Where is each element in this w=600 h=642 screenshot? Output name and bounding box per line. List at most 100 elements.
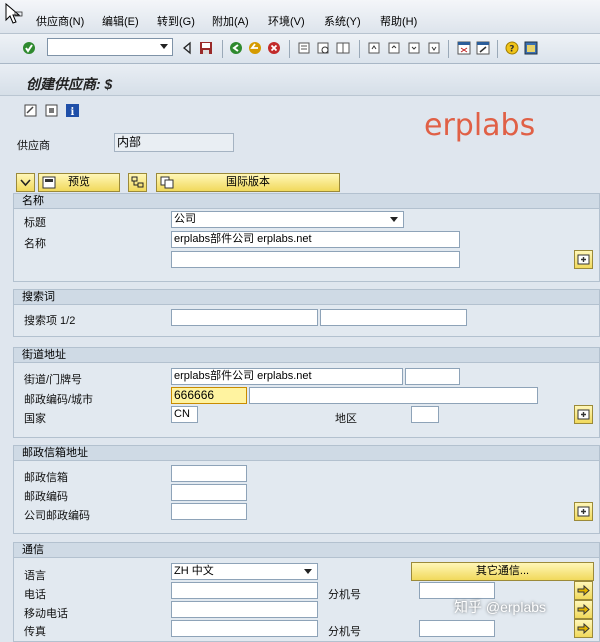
postal-code-field[interactable]: 666666 [171, 387, 247, 404]
phone-more-button[interactable] [574, 581, 593, 600]
new-session-icon[interactable] [457, 40, 471, 56]
preview-button-label: 预览 [68, 176, 90, 188]
other-communication-button[interactable]: 其它通信... [411, 562, 594, 581]
pobox-group: 邮政信箱地址 [13, 445, 600, 534]
command-field[interactable] [47, 38, 173, 56]
sap-logo-icon[interactable] [3, 2, 25, 26]
copy-icon [160, 176, 174, 189]
street-field[interactable]: erplabs部件公司 erplabs.net [171, 368, 403, 385]
org-button[interactable] [128, 173, 147, 192]
last-page-icon[interactable] [427, 40, 441, 56]
language-select[interactable]: ZH 中文 [171, 563, 318, 580]
communication-group-header: 通信 [14, 543, 599, 558]
expand-fields-icon [577, 409, 590, 420]
region-label: 地区 [335, 413, 357, 425]
menu-system[interactable]: 系统(Y) [324, 13, 361, 29]
house-number-field[interactable] [405, 368, 460, 385]
search-term2-field[interactable] [320, 309, 467, 326]
menu-goto[interactable]: 转到(G) [157, 13, 195, 29]
arrow-right-icon [577, 622, 590, 635]
name-label: 名称 [24, 238, 46, 250]
hierarchy-icon [131, 176, 144, 188]
find-next-icon[interactable] [336, 40, 350, 56]
print-icon[interactable] [297, 40, 311, 56]
pobox-postal-field[interactable] [171, 484, 247, 501]
language-label: 语言 [24, 570, 46, 582]
toolbar-separator [289, 40, 290, 58]
company-postal-label: 公司邮政编码 [24, 510, 90, 522]
chevron-down-icon[interactable] [304, 569, 312, 574]
toolbar-separator [359, 40, 360, 58]
fax-extension-field[interactable] [419, 620, 495, 637]
next-page-icon[interactable] [407, 40, 421, 56]
title-select[interactable]: 公司 [171, 211, 404, 228]
international-version-label: 国际版本 [226, 176, 270, 188]
menu-help[interactable]: 帮助(H) [380, 13, 417, 29]
arrow-right-icon [577, 584, 590, 597]
arrow-right-icon [577, 603, 590, 616]
exit-icon[interactable] [248, 40, 262, 56]
layout-menu-icon[interactable] [524, 40, 538, 56]
info-icon[interactable]: i [66, 104, 79, 117]
zhihu-watermark: 知乎 @erplabs [454, 599, 547, 615]
search-term-label: 搜索项 1/2 [24, 315, 76, 327]
city-field[interactable] [249, 387, 538, 404]
check-icon[interactable] [22, 40, 36, 56]
svg-text:?: ? [509, 45, 514, 55]
name2-field[interactable] [171, 251, 460, 268]
more-name-button[interactable] [574, 250, 593, 269]
country-field[interactable]: CN [171, 406, 198, 423]
back-icon[interactable] [229, 40, 243, 56]
language-select-value: ZH 中文 [174, 565, 214, 577]
display-change-icon[interactable] [24, 104, 37, 117]
international-version-button[interactable]: 国际版本 [156, 173, 340, 192]
prev-page-icon[interactable] [387, 40, 401, 56]
title-bar: 创建供应商: $ [0, 64, 600, 96]
other-object-icon[interactable] [45, 104, 58, 117]
fax-more-button[interactable] [574, 619, 593, 638]
toolbar-separator [497, 40, 498, 58]
first-page-icon[interactable] [367, 40, 381, 56]
pobox-group-header: 邮政信箱地址 [14, 446, 599, 461]
pobox-field[interactable] [171, 465, 247, 482]
menu-vendor[interactable]: 供应商(N) [36, 13, 84, 29]
find-icon[interactable] [316, 40, 330, 56]
pobox-label: 邮政信箱 [24, 472, 68, 484]
name-field[interactable]: erplabs部件公司 erplabs.net [171, 231, 460, 248]
mobile-field[interactable] [171, 601, 318, 618]
phone-field[interactable] [171, 582, 318, 599]
chevron-down-icon[interactable] [160, 44, 168, 49]
fax-field[interactable] [171, 620, 318, 637]
triangle-left-icon[interactable] [180, 40, 194, 56]
chevron-down-icon[interactable] [390, 217, 398, 222]
street-group-header: 街道地址 [14, 348, 599, 363]
cancel-icon[interactable] [267, 40, 281, 56]
preview-button[interactable]: 预览 [38, 173, 120, 192]
country-label: 国家 [24, 413, 46, 425]
shortcut-icon[interactable] [476, 40, 490, 56]
expand-button[interactable] [16, 173, 35, 192]
expand-fields-icon [577, 506, 590, 517]
region-field[interactable] [411, 406, 439, 423]
menu-extras[interactable]: 附加(A) [212, 13, 249, 29]
other-communication-label: 其它通信... [475, 565, 530, 577]
title-select-value: 公司 [174, 213, 196, 225]
street-label: 街道/门牌号 [24, 374, 83, 386]
menu-edit[interactable]: 编辑(E) [102, 13, 139, 29]
search-group-header: 搜索词 [14, 290, 599, 305]
menu-environment[interactable]: 环境(V) [268, 13, 305, 29]
vendor-label: 供应商 [17, 140, 50, 152]
name-group-header: 名称 [14, 194, 599, 209]
more-pobox-button[interactable] [574, 502, 593, 521]
search-term1-field[interactable] [171, 309, 318, 326]
more-address-button[interactable] [574, 405, 593, 424]
mobile-more-button[interactable] [574, 600, 593, 619]
company-postal-field[interactable] [171, 503, 247, 520]
svg-text:i: i [71, 107, 75, 117]
mobile-label: 移动电话 [24, 608, 68, 620]
pobox-postal-label: 邮政编码 [24, 491, 68, 503]
expand-fields-icon [577, 254, 590, 265]
save-icon[interactable] [199, 40, 213, 56]
toolbar-separator [222, 40, 223, 58]
help-icon[interactable]: ? [505, 40, 519, 56]
